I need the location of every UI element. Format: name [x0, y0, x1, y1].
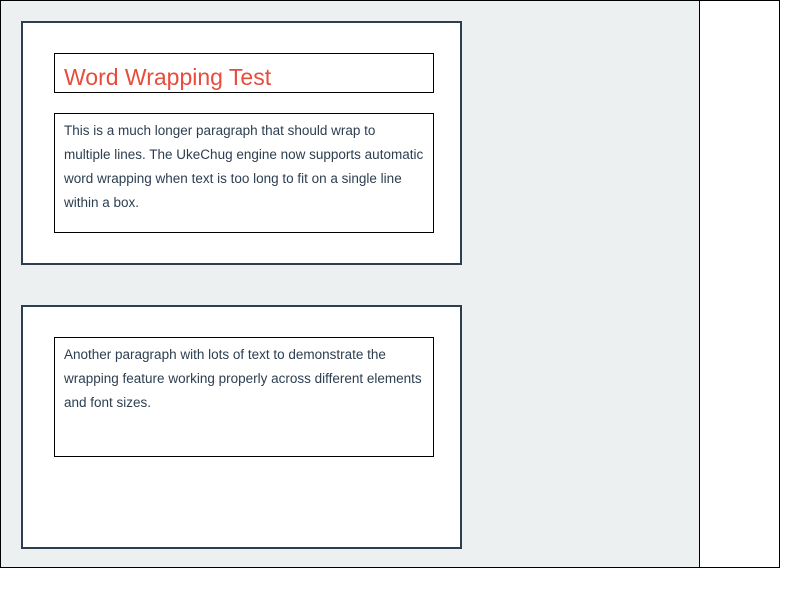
paragraph-box: This is a much longer paragraph that sho…: [54, 113, 434, 233]
card-word-wrapping: Word Wrapping Test This is a much longer…: [21, 21, 462, 265]
card-title: Word Wrapping Test: [64, 64, 272, 90]
title-box: Word Wrapping Test: [54, 53, 434, 93]
paragraph-box: Another paragraph with lots of text to d…: [54, 337, 434, 457]
paragraph-text: This is a much longer paragraph that sho…: [64, 123, 424, 210]
side-panel: [699, 0, 780, 568]
card-another-paragraph: Another paragraph with lots of text to d…: [21, 305, 462, 549]
render-viewport: Word Wrapping Test This is a much longer…: [0, 0, 700, 568]
paragraph-text: Another paragraph with lots of text to d…: [64, 347, 422, 410]
